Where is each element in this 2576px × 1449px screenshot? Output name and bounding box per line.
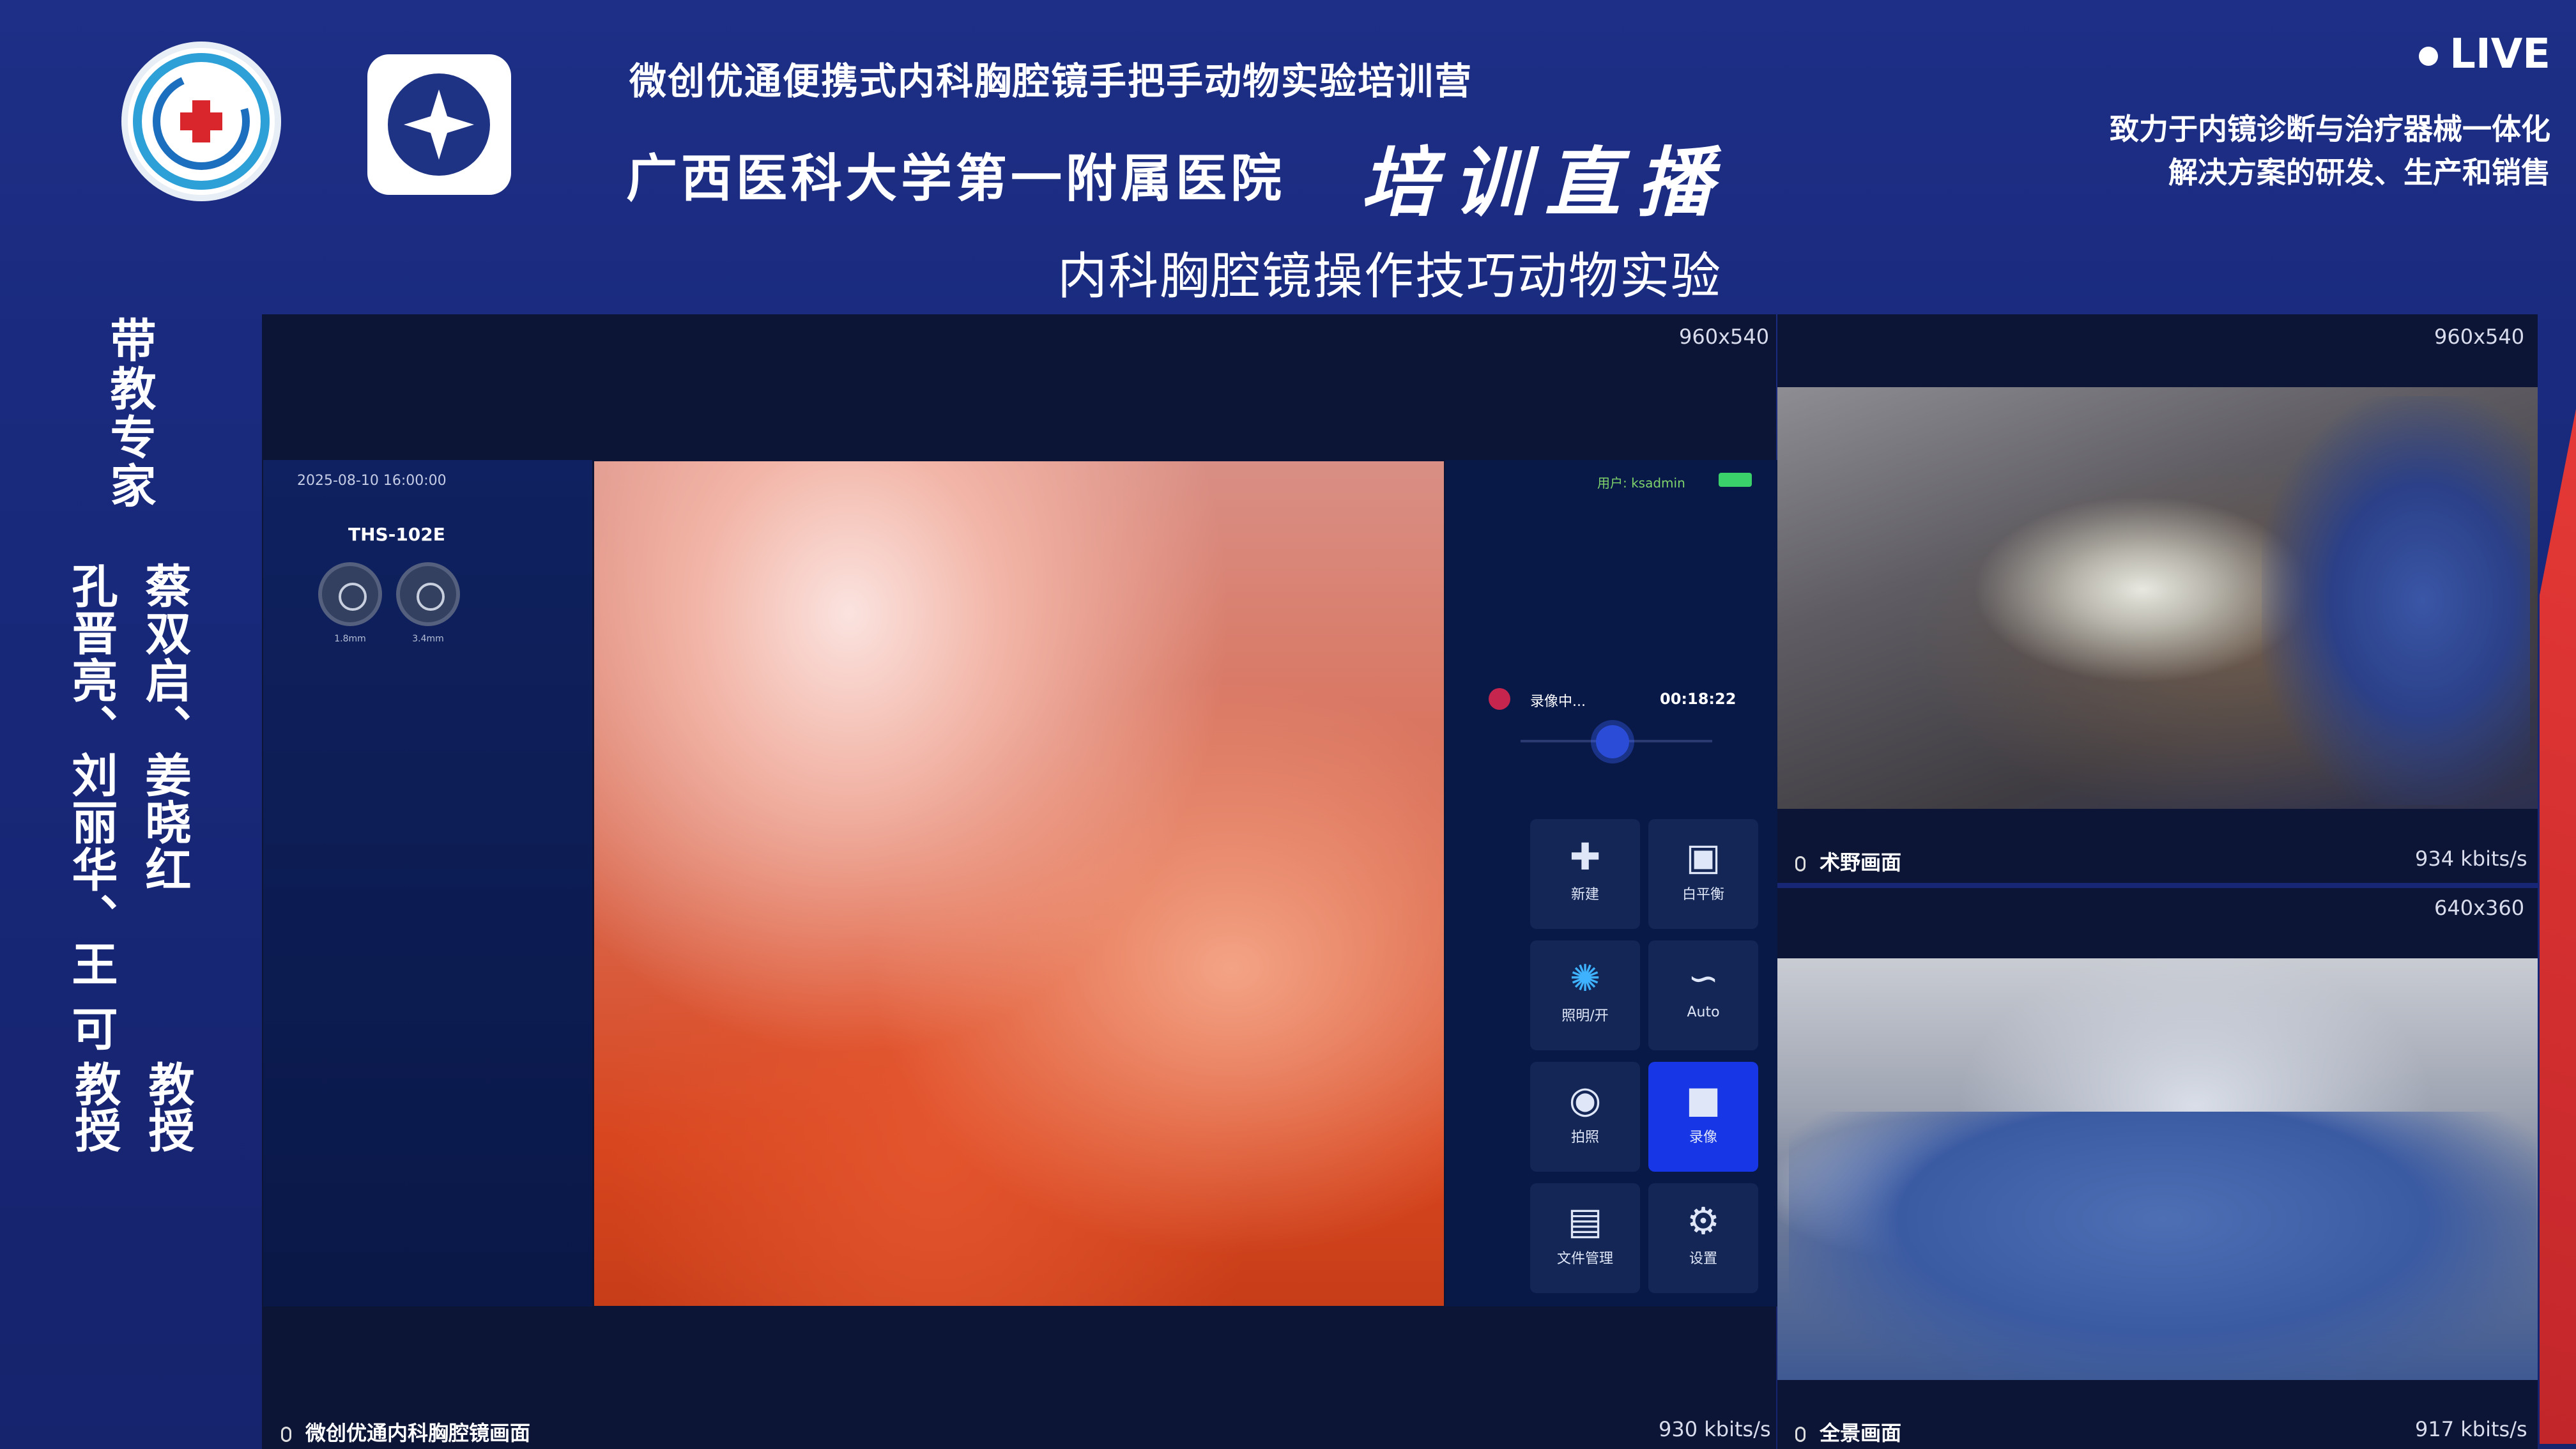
- device-user-status: 用户: ksadmin: [1597, 475, 1685, 491]
- experts-label: 带教专家: [102, 316, 156, 510]
- new-label: 新建: [1570, 887, 1599, 903]
- session-topic: 内科胸腔镜操作技巧动物实验: [1057, 248, 1722, 305]
- zoom-slider-knob[interactable]: [1596, 725, 1629, 758]
- recording-dot-icon: [1489, 688, 1510, 710]
- expert-names-col2: 孔晋亮、刘丽华、王 可: [64, 562, 118, 1053]
- light-label: 照明/开: [1561, 1008, 1609, 1024]
- light-button[interactable]: ✺ 照明/开: [1530, 940, 1640, 1050]
- device-datetime: 2025-08-10 16:00:00: [297, 473, 447, 489]
- file-manager-button[interactable]: ▤ 文件管理: [1530, 1183, 1640, 1293]
- light-icon: ✺: [1569, 956, 1601, 1000]
- dial-1-icon: [318, 562, 382, 626]
- endoscope-view: [594, 461, 1444, 1306]
- gear-icon: ⚙: [1687, 1199, 1720, 1243]
- microphone-icon[interactable]: [281, 1427, 291, 1442]
- live-label: LIVE: [2450, 31, 2550, 78]
- microphone-icon[interactable]: [1795, 856, 1805, 871]
- photo-button[interactable]: ◉ 拍照: [1530, 1062, 1640, 1172]
- hospital-name: 广西医科大学第一附属医院: [626, 149, 1285, 208]
- device-model: THS-102E: [348, 524, 445, 545]
- dial-1-label: 1.8mm: [334, 634, 366, 644]
- surgeon-glove-region: [2262, 396, 2530, 805]
- folder-icon: ▤: [1567, 1199, 1603, 1243]
- main-stream-footer: 微创优通内科胸腔镜画面: [281, 1417, 530, 1446]
- camera-icon: ◉: [1568, 1078, 1602, 1121]
- expert-title-col1: 教授: [141, 1061, 194, 1153]
- main-stream-label: 微创优通内科胸腔镜画面: [305, 1421, 531, 1445]
- broadcast-title: 培训直播: [1361, 138, 1729, 227]
- room-view-footer: 全景画面: [1795, 1417, 1901, 1446]
- surgical-view-footer: 术野画面: [1795, 847, 1901, 876]
- hospital-logo: [121, 42, 281, 201]
- auto-icon: ∽: [1687, 956, 1719, 1000]
- white-balance-icon: ▣: [1685, 835, 1721, 878]
- photo-label: 拍照: [1570, 1130, 1599, 1146]
- new-button[interactable]: ✚ 新建: [1530, 819, 1640, 929]
- room-view-label: 全景画面: [1820, 1421, 1902, 1445]
- main-stream-bitrate: 930 kbits/s: [1659, 1417, 1771, 1441]
- surgical-view-resolution: 960x540: [2434, 325, 2525, 349]
- surgical-view-label: 术野画面: [1820, 850, 1902, 875]
- room-view-resolution: 640x360: [2434, 896, 2525, 920]
- room-view-bitrate: 917 kbits/s: [2415, 1417, 2527, 1441]
- auto-label: Auto: [1687, 1004, 1720, 1020]
- live-dot-icon: [2419, 47, 2439, 66]
- main-stream-resolution: 960x540: [1679, 325, 1770, 349]
- settings-button[interactable]: ⚙ 设置: [1648, 1183, 1758, 1293]
- recording-timer: 00:18:22: [1660, 690, 1736, 708]
- expert-names-col1: 蔡双启、姜晓红: [137, 562, 191, 893]
- red-decorative-accent: [2540, 409, 2576, 1444]
- live-badge: LIVE: [2419, 31, 2550, 78]
- white-balance-button[interactable]: ▣ 白平衡: [1648, 819, 1758, 929]
- video-icon: ■: [1685, 1078, 1721, 1121]
- tagline-line2: 解决方案的研发、生产和销售: [2168, 155, 2550, 190]
- company-tagline: 致力于内镜诊断与治疗器械一体化 解决方案的研发、生产和销售: [1912, 107, 2550, 194]
- surgical-view-bitrate: 934 kbits/s: [2415, 847, 2527, 871]
- settings-label: 设置: [1689, 1251, 1717, 1267]
- microphone-icon[interactable]: [1795, 1427, 1805, 1442]
- tagline-line1: 致力于内镜诊断与治疗器械一体化: [2110, 112, 2550, 146]
- dial-2-icon: [396, 562, 460, 626]
- auto-button[interactable]: ∽ Auto: [1648, 940, 1758, 1050]
- record-button[interactable]: ■ 录像: [1648, 1062, 1758, 1172]
- app-logo: [367, 54, 511, 195]
- dial-2-label: 3.4mm: [412, 634, 444, 644]
- event-subtitle: 微创优通便携式内科胸腔镜手把手动物实验培训营: [629, 59, 1473, 103]
- file-manager-label: 文件管理: [1556, 1251, 1613, 1267]
- expert-title-col2: 教授: [67, 1061, 121, 1153]
- recording-status: 录像中...: [1530, 694, 1586, 710]
- record-label: 录像: [1689, 1130, 1717, 1146]
- new-icon: ✚: [1569, 835, 1601, 878]
- staff-crowd-region: [1789, 1112, 2536, 1380]
- white-balance-label: 白平衡: [1682, 887, 1724, 903]
- battery-icon: [1719, 473, 1752, 487]
